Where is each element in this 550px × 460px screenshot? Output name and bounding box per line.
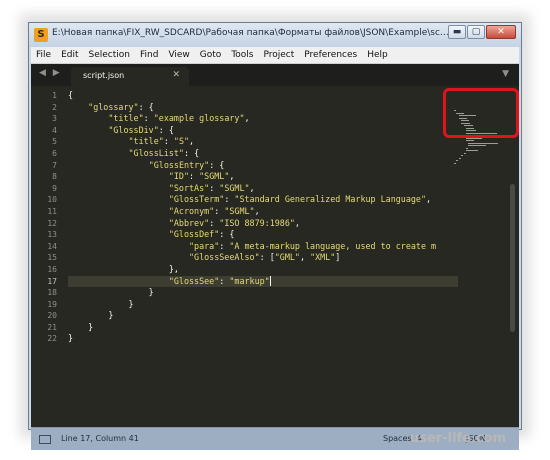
minimap-line <box>466 147 468 149</box>
line-number: 4 <box>52 125 57 135</box>
code-line[interactable]: { <box>68 90 458 102</box>
code-line[interactable]: "GlossSee": "markup" <box>68 275 458 288</box>
minimap-line <box>466 150 478 151</box>
line-number: 10 <box>47 195 57 205</box>
menu-preferences[interactable]: Preferences <box>299 50 362 60</box>
minimap-line <box>468 145 487 146</box>
code-line[interactable]: "title": "example glossary", <box>68 113 458 125</box>
line-number: 3 <box>52 114 57 124</box>
code-line[interactable]: "Abbrev": "ISO 8879:1986", <box>68 218 458 230</box>
text-caret <box>269 276 271 286</box>
line-number: 20 <box>47 311 57 321</box>
menu-project[interactable]: Project <box>258 50 299 60</box>
tab-nav-arrows-icon[interactable]: ◀ ▶ <box>39 68 62 78</box>
tab-dropdown-icon[interactable]: ▼ <box>502 69 509 79</box>
menu-bar: File Edit Selection Find View Goto Tools… <box>31 47 519 64</box>
minimize-button[interactable]: ▬ <box>448 25 466 39</box>
code-text[interactable]: { "glossary": { "title": "example glossa… <box>68 90 458 345</box>
cursor-position: Line 17, Column 41 <box>61 434 139 443</box>
menu-find[interactable]: Find <box>135 50 163 60</box>
code-line[interactable]: "glossary": { <box>68 102 458 114</box>
minimap-line <box>456 160 459 161</box>
maximize-button[interactable]: ▢ <box>467 25 485 39</box>
tab-script-json[interactable]: script.json ✕ <box>71 67 189 86</box>
code-line[interactable]: } <box>68 287 458 299</box>
code-line[interactable]: "para": "A meta-markup language, used to… <box>68 241 458 253</box>
code-line[interactable]: "GlossEntry": { <box>68 160 458 172</box>
line-number: 15 <box>47 253 57 263</box>
code-line[interactable]: "GlossTerm": "Standard Generalized Marku… <box>68 194 458 206</box>
code-line[interactable]: "GlossSeeAlso": ["GML", "XML"] <box>68 252 458 264</box>
minimap-line <box>458 157 461 159</box>
minimap-line <box>463 152 466 154</box>
console-icon[interactable] <box>39 435 51 444</box>
code-line[interactable]: "GlossDef": { <box>68 229 458 241</box>
code-line[interactable]: "Acronym": "SGML", <box>68 206 458 218</box>
line-number: 2 <box>52 102 57 112</box>
minimap-line <box>454 162 456 164</box>
line-number: 13 <box>47 230 57 240</box>
menu-selection[interactable]: Selection <box>84 50 135 60</box>
code-line[interactable]: }, <box>68 264 458 276</box>
sublime-app-icon: S <box>34 28 48 42</box>
editor-window: S E:\Новая папка\FIX_RW_SDCARD\Рабочая п… <box>28 22 522 450</box>
tab-label: script.json <box>83 71 125 80</box>
minimap-annotation-highlight <box>443 88 519 138</box>
code-line[interactable]: "GlossDiv": { <box>68 125 458 137</box>
minimap-line <box>468 142 498 144</box>
code-line[interactable]: "ID": "SGML", <box>68 171 458 183</box>
code-line[interactable]: "SortAs": "SGML", <box>68 183 458 195</box>
line-number: 6 <box>52 148 57 158</box>
line-number: 21 <box>47 322 57 332</box>
code-line[interactable]: } <box>68 310 458 322</box>
menu-tools[interactable]: Tools <box>226 50 258 60</box>
line-number: 19 <box>47 299 57 309</box>
line-number: 7 <box>52 160 57 170</box>
line-number-gutter: 1 2 3 4 5 6 7 8 9 10 11 12 13 14 15 16 17 18 19 20 21 22 <box>31 90 61 345</box>
line-number: 18 <box>47 288 57 298</box>
line-number: 8 <box>52 172 57 182</box>
code-line[interactable]: "GlossList": { <box>68 148 458 160</box>
line-number: 11 <box>47 206 57 216</box>
line-number: 1 <box>52 91 57 100</box>
close-button[interactable]: ✕ <box>486 25 516 39</box>
code-line[interactable]: } <box>68 299 458 311</box>
window-controls: ▬ ▢ ✕ <box>447 25 516 41</box>
code-line[interactable]: } <box>68 322 458 334</box>
minimap-line <box>466 140 474 141</box>
menu-help[interactable]: Help <box>362 50 393 60</box>
line-number: 14 <box>47 241 57 251</box>
tab-bar: ◀ ▶ script.json ✕ ▼ <box>31 64 519 86</box>
line-number: 5 <box>52 137 57 147</box>
tab-close-icon[interactable]: ✕ <box>172 70 180 80</box>
line-number: 16 <box>47 264 57 274</box>
menu-file[interactable]: File <box>31 50 56 60</box>
vertical-scrollbar[interactable] <box>510 184 515 332</box>
menu-edit[interactable]: Edit <box>56 50 83 60</box>
minimap-line <box>461 155 464 156</box>
code-line[interactable]: "title": "S", <box>68 136 458 148</box>
watermark: user-life.com <box>410 431 507 446</box>
line-number: 22 <box>47 334 57 344</box>
menu-view[interactable]: View <box>163 50 194 60</box>
window-title: E:\Новая папка\FIX_RW_SDCARD\Рабочая пап… <box>52 28 450 38</box>
menu-goto[interactable]: Goto <box>195 50 227 60</box>
title-bar[interactable]: S E:\Новая папка\FIX_RW_SDCARD\Рабочая п… <box>29 23 521 47</box>
line-number: 9 <box>52 183 57 193</box>
line-number: 17 <box>47 276 57 286</box>
line-number: 12 <box>47 218 57 228</box>
code-line[interactable]: } <box>68 333 458 345</box>
